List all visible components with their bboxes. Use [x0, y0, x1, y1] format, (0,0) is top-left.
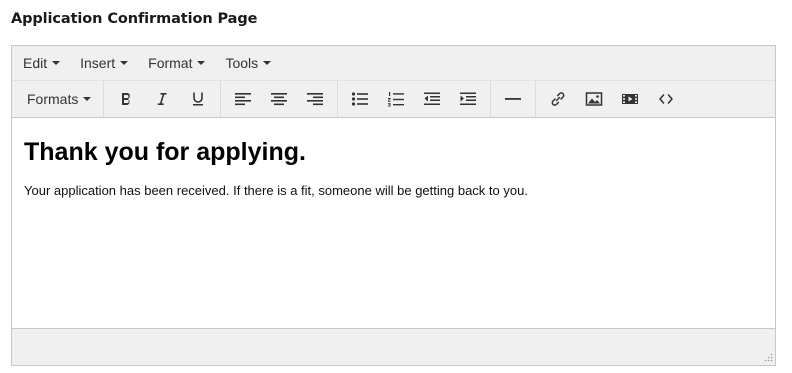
- media-button[interactable]: [612, 84, 648, 114]
- menu-format-label: Format: [148, 55, 193, 71]
- menu-insert[interactable]: Insert: [80, 55, 129, 71]
- caret-down-icon: [120, 61, 129, 65]
- numbered-list-button[interactable]: [378, 84, 414, 114]
- editor-statusbar: [12, 328, 775, 365]
- menu-format[interactable]: Format: [148, 55, 206, 71]
- link-button[interactable]: [540, 84, 576, 114]
- caret-down-icon: [263, 61, 272, 65]
- editor-toolbar: Formats: [12, 81, 775, 118]
- toolbar-group-align: [221, 81, 339, 117]
- menu-edit-label: Edit: [23, 55, 48, 71]
- outdent-icon: [424, 92, 441, 105]
- editor-content-area[interactable]: Thank you for applying. Your application…: [12, 118, 775, 328]
- link-icon: [551, 92, 565, 106]
- horizontal-rule-button[interactable]: [495, 84, 531, 114]
- align-left-button[interactable]: [225, 84, 261, 114]
- rich-text-editor: Edit Insert Format Tools Formats Thank y…: [11, 45, 776, 366]
- toolbar-group-lists: [338, 81, 492, 117]
- content-paragraph: Your application has been received. If t…: [24, 183, 528, 198]
- bullet-list-button[interactable]: [342, 84, 378, 114]
- align-center-icon: [271, 93, 288, 106]
- toolbar-group-formats: Formats: [16, 81, 105, 117]
- bold-icon: [122, 93, 131, 105]
- menu-tools-label: Tools: [225, 55, 259, 71]
- caret-down-icon: [197, 61, 206, 65]
- image-icon: [586, 92, 603, 106]
- formats-dropdown[interactable]: Formats: [20, 84, 99, 114]
- formats-label: Formats: [27, 91, 79, 107]
- editor-menubar: Edit Insert Format Tools: [12, 46, 775, 81]
- image-button[interactable]: [576, 84, 612, 114]
- menu-edit[interactable]: Edit: [23, 55, 61, 71]
- menu-insert-label: Insert: [80, 55, 116, 71]
- code-icon: [659, 94, 674, 104]
- caret-down-icon: [83, 97, 92, 101]
- indent-icon: [460, 92, 477, 105]
- align-right-button[interactable]: [297, 84, 333, 114]
- italic-button[interactable]: [144, 84, 180, 114]
- align-left-icon: [235, 93, 252, 106]
- media-icon: [622, 94, 639, 104]
- align-right-icon: [307, 93, 324, 106]
- caret-down-icon: [52, 61, 61, 65]
- outdent-button[interactable]: [414, 84, 450, 114]
- bullet-list-icon: [352, 92, 369, 106]
- toolbar-group-text-style: [104, 81, 222, 117]
- underline-button[interactable]: [180, 84, 216, 114]
- align-center-button[interactable]: [261, 84, 297, 114]
- indent-button[interactable]: [450, 84, 486, 114]
- toolbar-group-rule: [491, 81, 537, 117]
- resize-handle-icon[interactable]: [763, 353, 773, 363]
- toolbar-group-insert: [536, 81, 688, 117]
- bold-button[interactable]: [108, 84, 144, 114]
- underline-icon: [193, 92, 204, 106]
- page-title: Application Confirmation Page: [11, 11, 258, 27]
- code-button[interactable]: [648, 84, 684, 114]
- numbered-list-icon: [388, 92, 405, 107]
- italic-icon: [158, 93, 167, 105]
- menu-tools[interactable]: Tools: [225, 55, 272, 71]
- horizontal-rule-icon: [505, 98, 522, 100]
- content-heading: Thank you for applying.: [24, 138, 306, 166]
